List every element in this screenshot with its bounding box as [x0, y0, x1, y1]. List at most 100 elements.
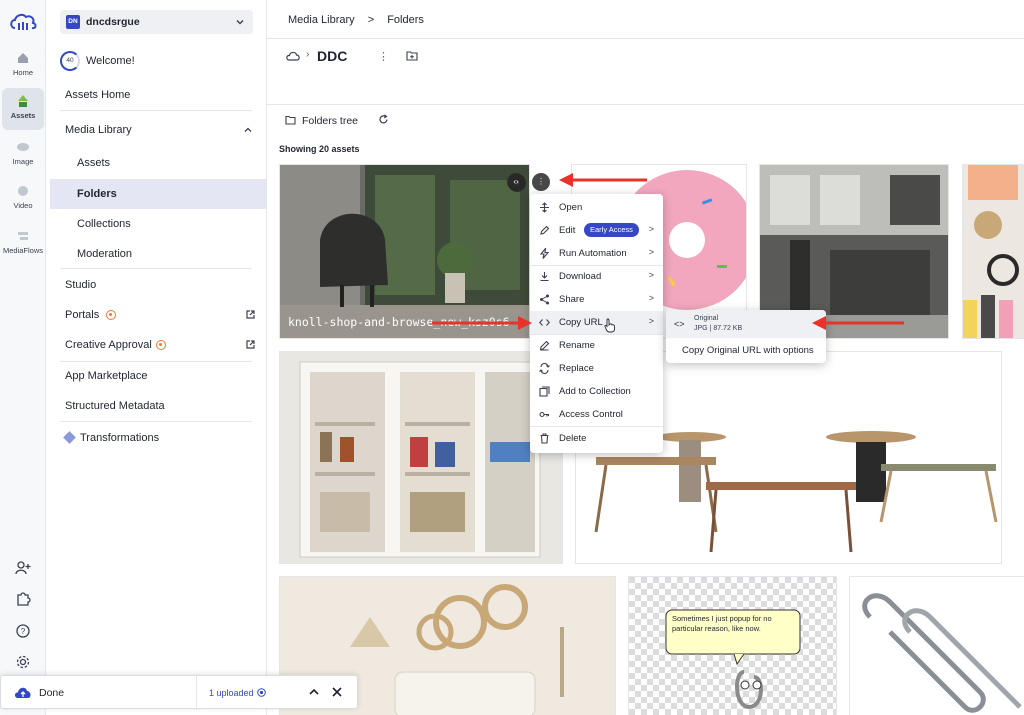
copy-original-url-with-options[interactable]: Copy Original URL with options	[682, 345, 814, 356]
menu-item-download[interactable]: Download >	[530, 265, 663, 288]
breadcrumb-separator: >	[367, 14, 375, 26]
settings-icon[interactable]	[15, 654, 31, 670]
cloud-upload-icon	[15, 687, 31, 698]
key-icon	[539, 411, 550, 418]
breadcrumb-media-library[interactable]: Media Library	[288, 14, 355, 26]
rail-item-video[interactable]: Video	[2, 178, 44, 220]
nav-collections[interactable]: Collections	[50, 209, 266, 239]
assets-sidebar: DN dncdsrgue 40 Welcome! Assets Home Med…	[46, 0, 267, 715]
rail-item-label: Video	[13, 201, 33, 210]
nav-label: App Marketplace	[65, 370, 148, 382]
breadcrumb: Media Library > Folders	[288, 14, 434, 26]
menu-item-share[interactable]: Share >	[530, 288, 663, 311]
video-icon	[18, 186, 28, 196]
external-link-icon	[246, 310, 255, 319]
transformations-icon	[63, 431, 76, 444]
new-feature-dot-icon	[106, 310, 116, 320]
nav-label: Assets	[77, 157, 111, 169]
upload-status: Done	[39, 687, 65, 699]
edit-icon	[540, 225, 550, 235]
nav-media-library[interactable]: Media Library	[50, 115, 266, 145]
check-circle-icon	[257, 688, 266, 697]
clippy-speech-text: Sometimes I just popup for no particular…	[672, 614, 772, 633]
folder-name: DDC	[317, 48, 348, 64]
uploaded-count-link[interactable]: 1 uploaded	[209, 688, 254, 698]
nav-app-marketplace[interactable]: App Marketplace	[50, 361, 266, 391]
hand-cursor-icon	[604, 318, 615, 333]
folders-tree-label: Folders tree	[302, 115, 359, 127]
rail-item-image[interactable]: Image	[2, 134, 44, 176]
close-icon[interactable]	[331, 686, 343, 698]
new-folder-icon[interactable]	[406, 50, 418, 61]
refresh-icon[interactable]	[378, 114, 389, 125]
image-icon	[17, 143, 29, 151]
menu-item-label: Copy URL	[559, 317, 603, 328]
original-meta: JPG | 87.72 KB	[694, 325, 743, 332]
menu-item-add-to-collection[interactable]: Add to Collection	[530, 380, 663, 403]
nav-structured-metadata[interactable]: Structured Metadata	[50, 391, 266, 421]
nav-assets-home[interactable]: Assets Home	[50, 80, 266, 110]
menu-item-copy-url[interactable]: Copy URL >	[530, 311, 663, 334]
menu-item-run-automation[interactable]: Run Automation >	[530, 242, 663, 265]
rail-item-mediaflows[interactable]: MediaFlows	[2, 223, 44, 265]
icon-rail: Home Assets Image Video MediaFlows ?	[0, 0, 46, 715]
nav-label: Assets Home	[65, 89, 131, 101]
tile-code-button[interactable]: ‹›	[507, 173, 525, 191]
workspace-switcher[interactable]: DN dncdsrgue	[60, 10, 253, 34]
early-access-badge: Early Access	[584, 223, 639, 237]
cloudinary-logo-icon[interactable]	[9, 12, 37, 32]
asset-tile-paperclips[interactable]	[849, 576, 1024, 715]
asset-tile-cabinet[interactable]	[279, 351, 563, 564]
menu-item-rename[interactable]: Rename	[530, 334, 663, 357]
cloud-icon[interactable]	[286, 50, 300, 62]
menu-item-label: Share	[559, 294, 585, 305]
rail-item-label: Image	[12, 157, 34, 166]
workspace-badge: DN	[66, 15, 80, 29]
extensions-icon[interactable]	[15, 591, 31, 607]
chevron-right-icon: >	[648, 224, 654, 234]
rail-item-assets[interactable]: Assets	[2, 88, 44, 130]
nav-transformations[interactable]: Transformations	[50, 423, 266, 453]
rail-item-home[interactable]: Home	[2, 45, 44, 87]
nav-folders[interactable]: Folders	[50, 179, 266, 209]
menu-item-label: Open	[559, 202, 583, 213]
chevron-up-icon	[244, 127, 252, 132]
annotation-arrow-icon	[812, 316, 904, 330]
divider	[60, 421, 252, 422]
nav-studio[interactable]: Studio	[50, 270, 266, 300]
nav-creative-approval[interactable]: Creative Approval	[50, 330, 266, 360]
asset-tile-supplies[interactable]	[962, 164, 1024, 339]
menu-item-access-control[interactable]: Access Control	[530, 403, 663, 426]
help-icon[interactable]: ?	[15, 623, 31, 639]
asset-thumbnail	[629, 577, 836, 715]
asset-tile-clippy[interactable]: Sometimes I just popup for no particular…	[628, 576, 837, 715]
mediaflows-icon	[18, 232, 28, 240]
nav-moderation[interactable]: Moderation	[50, 239, 266, 269]
menu-item-label: Delete	[559, 433, 587, 444]
menu-item-delete[interactable]: Delete	[530, 427, 663, 450]
nav-assets[interactable]: Assets	[50, 148, 266, 178]
copy-original-url-option[interactable]: <> Original JPG | 87.72 KB	[666, 310, 826, 338]
menu-item-edit[interactable]: Edit Early Access >	[530, 219, 663, 242]
code-icon	[539, 319, 550, 326]
add-user-icon[interactable]	[15, 560, 31, 576]
menu-item-label: Rename	[559, 340, 595, 351]
asset-count: Showing 20 assets	[279, 144, 360, 154]
trash-icon	[540, 433, 549, 444]
chevron-down-icon	[236, 20, 244, 25]
folder-icon	[285, 115, 296, 125]
nav-label: Transformations	[80, 432, 160, 444]
nav-portals[interactable]: Portals	[50, 300, 266, 330]
tile-more-button[interactable]: ⋮	[532, 173, 550, 191]
menu-item-label: Replace	[559, 363, 594, 374]
menu-item-label: Download	[559, 271, 602, 282]
chevron-up-icon[interactable]	[308, 686, 320, 698]
nav-label: Studio	[65, 279, 97, 291]
original-label: Original	[694, 315, 719, 322]
folder-more-button[interactable]: ⋮	[378, 50, 389, 63]
menu-item-label: Edit	[559, 225, 576, 236]
menu-item-open[interactable]: Open	[530, 196, 663, 219]
new-feature-dot-icon	[156, 340, 166, 350]
menu-item-replace[interactable]: Replace	[530, 357, 663, 380]
nav-label: Folders	[77, 188, 117, 200]
